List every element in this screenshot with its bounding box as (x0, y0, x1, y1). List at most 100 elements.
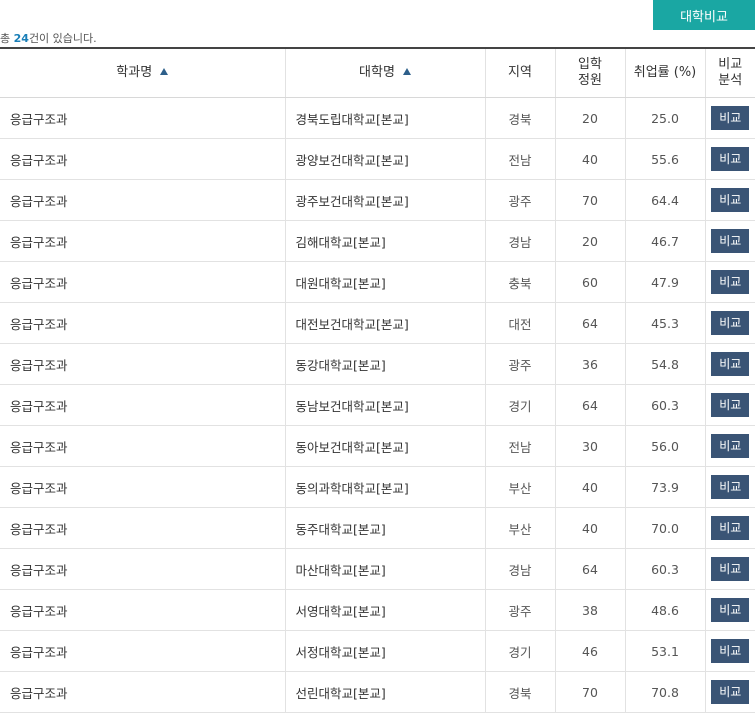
table-row: 응급구조과 김해대학교[본교] 경남 20 46.7 비교 (0, 220, 755, 262)
results-table: 학과명 대학명 지역 입학 정원 취업률 (%) 비교 분석 응급구조과 경북도립대학… (0, 47, 755, 713)
employment-rate-cell: 46.7 (624, 220, 705, 262)
region-cell: 광주 (484, 179, 555, 221)
quota-cell: 70 (554, 671, 625, 713)
region-cell: 경북 (484, 97, 555, 139)
table-row: 응급구조과 경북도립대학교[본교] 경북 20 25.0 비교 (0, 97, 755, 139)
department-cell: 응급구조과 (0, 343, 285, 385)
employment-rate-cell: 60.3 (624, 548, 705, 590)
university-cell: 동아보건대학교[본교] (284, 425, 485, 467)
region-cell: 경기 (484, 630, 555, 672)
quota-cell: 20 (554, 97, 625, 139)
compare-row-button[interactable]: 비교 (711, 393, 750, 417)
university-cell: 동강대학교[본교] (284, 343, 485, 385)
compare-cell: 비교 (704, 425, 755, 467)
summary-suffix: 건이 있습니다. (28, 32, 97, 45)
table-row: 응급구조과 서정대학교[본교] 경기 46 53.1 비교 (0, 630, 755, 672)
university-cell: 마산대학교[본교] (284, 548, 485, 590)
department-cell: 응급구조과 (0, 138, 285, 180)
department-cell: 응급구조과 (0, 507, 285, 549)
header-quota-line2: 정원 (578, 73, 602, 88)
header-compare: 비교 분석 (704, 48, 755, 98)
table-row: 응급구조과 동강대학교[본교] 광주 36 54.8 비교 (0, 343, 755, 385)
compare-row-button[interactable]: 비교 (711, 229, 750, 253)
university-cell: 동의과학대학교[본교] (284, 466, 485, 508)
employment-rate-cell: 53.1 (624, 630, 705, 672)
compare-cell: 비교 (704, 507, 755, 549)
employment-rate-cell: 55.6 (624, 138, 705, 180)
compare-row-button[interactable]: 비교 (711, 270, 750, 294)
header-department-label: 학과명 (116, 65, 153, 80)
header-region: 지역 (484, 48, 555, 98)
compare-universities-button[interactable]: 대학비교 (653, 0, 755, 30)
compare-row-button[interactable]: 비교 (711, 516, 750, 540)
region-cell: 경북 (484, 671, 555, 713)
department-cell: 응급구조과 (0, 220, 285, 262)
compare-row-button[interactable]: 비교 (711, 188, 750, 212)
employment-rate-cell: 56.0 (624, 425, 705, 467)
region-cell: 경남 (484, 548, 555, 590)
region-cell: 광주 (484, 589, 555, 631)
compare-row-button[interactable]: 비교 (711, 434, 750, 458)
compare-row-button[interactable]: 비교 (711, 106, 750, 130)
compare-row-button[interactable]: 비교 (711, 639, 750, 663)
table-row: 응급구조과 마산대학교[본교] 경남 64 60.3 비교 (0, 548, 755, 590)
result-summary: 총 24건이 있습니다. (0, 32, 97, 46)
employment-rate-cell: 54.8 (624, 343, 705, 385)
sort-up-icon[interactable] (402, 68, 411, 75)
department-cell: 응급구조과 (0, 179, 285, 221)
employment-rate-cell: 73.9 (624, 466, 705, 508)
university-cell: 광주보건대학교[본교] (284, 179, 485, 221)
region-cell: 전남 (484, 425, 555, 467)
compare-row-button[interactable]: 비교 (711, 557, 750, 581)
table-row: 응급구조과 동의과학대학교[본교] 부산 40 73.9 비교 (0, 466, 755, 508)
quota-cell: 40 (554, 507, 625, 549)
header-compare-line1: 비교 (718, 57, 743, 72)
region-cell: 부산 (484, 507, 555, 549)
header-employment-rate: 취업률 (%) (624, 48, 705, 98)
employment-rate-cell: 60.3 (624, 384, 705, 426)
department-cell: 응급구조과 (0, 548, 285, 590)
employment-rate-cell: 45.3 (624, 302, 705, 344)
quota-cell: 70 (554, 179, 625, 221)
employment-rate-cell: 70.0 (624, 507, 705, 549)
department-cell: 응급구조과 (0, 466, 285, 508)
quota-cell: 64 (554, 548, 625, 590)
compare-row-button[interactable]: 비교 (711, 352, 750, 376)
compare-cell: 비교 (704, 138, 755, 180)
compare-row-button[interactable]: 비교 (711, 475, 750, 499)
table-row: 응급구조과 대전보건대학교[본교] 대전 64 45.3 비교 (0, 302, 755, 344)
compare-row-button[interactable]: 비교 (711, 680, 750, 704)
compare-cell: 비교 (704, 97, 755, 139)
table-row: 응급구조과 광양보건대학교[본교] 전남 40 55.6 비교 (0, 138, 755, 180)
university-cell: 동주대학교[본교] (284, 507, 485, 549)
region-cell: 전남 (484, 138, 555, 180)
header-quota-line1: 입학 (578, 57, 602, 72)
employment-rate-cell: 70.8 (624, 671, 705, 713)
compare-row-button[interactable]: 비교 (711, 598, 750, 622)
table-row: 응급구조과 선린대학교[본교] 경북 70 70.8 비교 (0, 671, 755, 713)
university-cell: 대원대학교[본교] (284, 261, 485, 303)
university-cell: 경북도립대학교[본교] (284, 97, 485, 139)
header-university: 대학명 (284, 48, 485, 98)
employment-rate-cell: 25.0 (624, 97, 705, 139)
quota-cell: 30 (554, 425, 625, 467)
sort-up-icon[interactable] (160, 68, 169, 75)
university-cell: 대전보건대학교[본교] (284, 302, 485, 344)
university-cell: 선린대학교[본교] (284, 671, 485, 713)
university-cell: 광양보건대학교[본교] (284, 138, 485, 180)
compare-cell: 비교 (704, 179, 755, 221)
compare-row-button[interactable]: 비교 (711, 147, 750, 171)
region-cell: 부산 (484, 466, 555, 508)
compare-cell: 비교 (704, 630, 755, 672)
university-cell: 서영대학교[본교] (284, 589, 485, 631)
employment-rate-cell: 64.4 (624, 179, 705, 221)
compare-row-button[interactable]: 비교 (711, 311, 750, 335)
summary-prefix: 총 (0, 32, 14, 45)
table-row: 응급구조과 서영대학교[본교] 광주 38 48.6 비교 (0, 589, 755, 631)
quota-cell: 20 (554, 220, 625, 262)
quota-cell: 46 (554, 630, 625, 672)
result-count: 24 (13, 32, 29, 45)
header-quota: 입학 정원 (554, 48, 625, 98)
university-cell: 서정대학교[본교] (284, 630, 485, 672)
department-cell: 응급구조과 (0, 425, 285, 467)
